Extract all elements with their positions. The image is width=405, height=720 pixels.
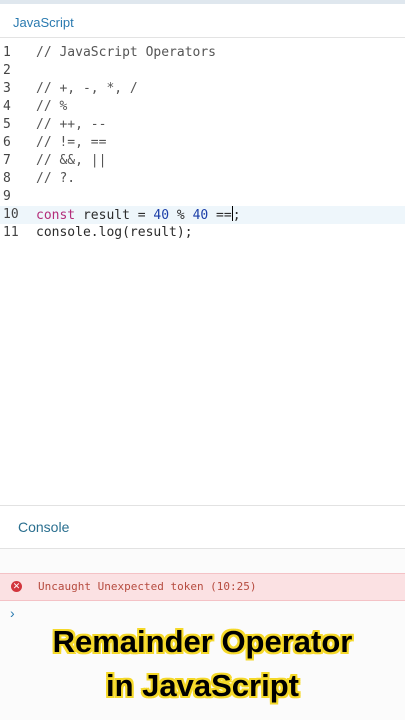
code-line[interactable]: 6 // !=, == [0,134,405,152]
line-number: 9 [3,189,11,204]
code-line[interactable]: 4 // % [0,98,405,116]
code-fragment: == [208,208,232,223]
code-line[interactable]: 8 // ?. [0,170,405,188]
number-literal: 40 [153,208,170,223]
error-message: Uncaught Unexpected token (10:25) [38,580,257,593]
line-number: 7 [3,153,11,168]
editor-header: JavaScript [0,4,405,38]
console-tab-title[interactable]: Console [18,519,69,535]
console-error-row: ✕ Uncaught Unexpected token (10:25) [0,573,405,601]
editor-tab-title[interactable]: JavaScript [13,15,74,30]
code-editor[interactable]: 1 // JavaScript Operators 2 3 // +, -, *… [0,44,405,242]
code-line[interactable]: 1 // JavaScript Operators [0,44,405,62]
code-text[interactable]: // % [36,98,67,116]
code-fragment: ; [232,208,241,223]
code-text[interactable]: // !=, == [36,134,106,152]
console-prompt-icon[interactable]: › [10,605,15,621]
code-line[interactable]: 9 [0,188,405,206]
code-text[interactable]: // JavaScript Operators [36,44,216,62]
line-number: 4 [3,99,11,114]
code-fragment: result = [75,208,154,223]
code-text[interactable]: const result = 40 % 40 ==; [36,206,241,225]
code-line[interactable]: 2 [0,62,405,80]
operator-remainder: % [169,208,193,223]
line-number: 8 [3,171,11,186]
console-header: Console [0,505,405,549]
code-line[interactable]: 7 // &&, || [0,152,405,170]
code-text[interactable]: // +, -, *, / [36,80,138,98]
code-text[interactable]: // ++, -- [36,116,106,134]
caption-line-1: Remainder Operator [52,624,353,659]
keyword-const: const [36,208,76,223]
line-number: 5 [3,117,11,132]
line-number: 10 [3,207,19,222]
code-line[interactable]: 5 // ++, -- [0,116,405,134]
code-line-active[interactable]: 10 const result = 40 % 40 ==; [0,206,405,224]
error-icon: ✕ [11,581,22,592]
code-text[interactable]: // &&, || [36,152,106,170]
code-text[interactable]: // ?. [36,170,75,188]
code-text[interactable]: console.log(result); [36,224,193,242]
line-number: 6 [3,135,11,150]
line-number: 2 [3,63,11,78]
code-line[interactable]: 11 console.log(result); [0,224,405,242]
line-number: 1 [3,45,11,60]
caption-line-2: in JavaScript [106,668,299,703]
number-literal: 40 [192,208,209,223]
line-number: 11 [3,225,19,240]
code-line[interactable]: 3 // +, -, *, / [0,80,405,98]
line-number: 3 [3,81,11,96]
